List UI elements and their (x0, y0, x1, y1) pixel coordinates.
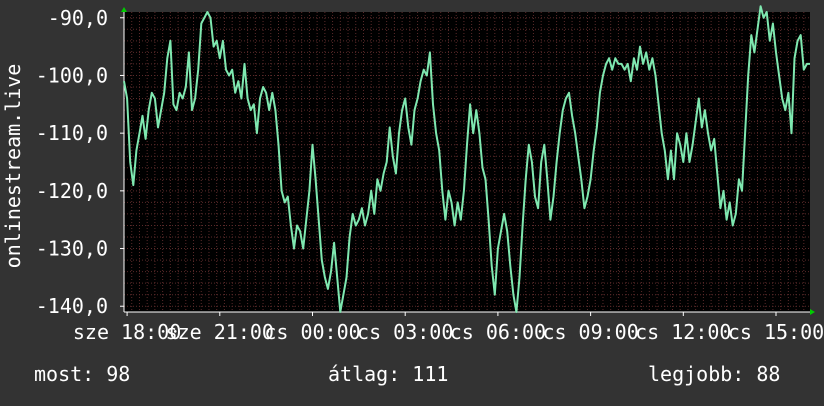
x-tick-label: cs 00:00 (264, 320, 360, 344)
x-tick-label: cs 06:00 (450, 320, 546, 344)
x-tick-label: cs 12:00 (635, 320, 731, 344)
x-ticks: sze 18:00sze 21:00cs 00:00cs 03:00cs 06:… (73, 312, 824, 344)
y-axis-label: onlinestream.live (1, 64, 25, 269)
y-ticks: -140,0 -130,0 -120,0 -110,0 -100,0 -90,0 (36, 6, 124, 318)
chart: -140,0 -130,0 -120,0 -110,0 -100,0 -90,0 sze … (0, 0, 824, 402)
chart-svg: -140,0 -130,0 -120,0 -110,0 -100,0 -90,0 sze … (1, 5, 824, 344)
plot-area (124, 12, 810, 312)
average-value: átlag: 111 (328, 362, 449, 386)
y-tick-label: -90,0 (48, 6, 108, 30)
y-tick-label: -140,0 (36, 294, 108, 318)
y-axis-arrow-icon (121, 7, 127, 12)
y-tick-label: -120,0 (36, 179, 108, 203)
x-tick-label: sze 21:00 (166, 320, 274, 344)
y-tick-label: -110,0 (36, 121, 108, 145)
x-tick-label: cs 03:00 (357, 320, 453, 344)
x-tick-label: cs 15:00 (728, 320, 824, 344)
current-value: most: 98 (34, 362, 131, 386)
x-tick-label: cs 09:00 (542, 320, 638, 344)
y-tick-label: -100,0 (36, 63, 108, 87)
x-axis-arrow-icon (810, 309, 815, 315)
y-tick-label: -130,0 (36, 237, 108, 261)
best-value: legjobb: 88 (648, 362, 781, 386)
